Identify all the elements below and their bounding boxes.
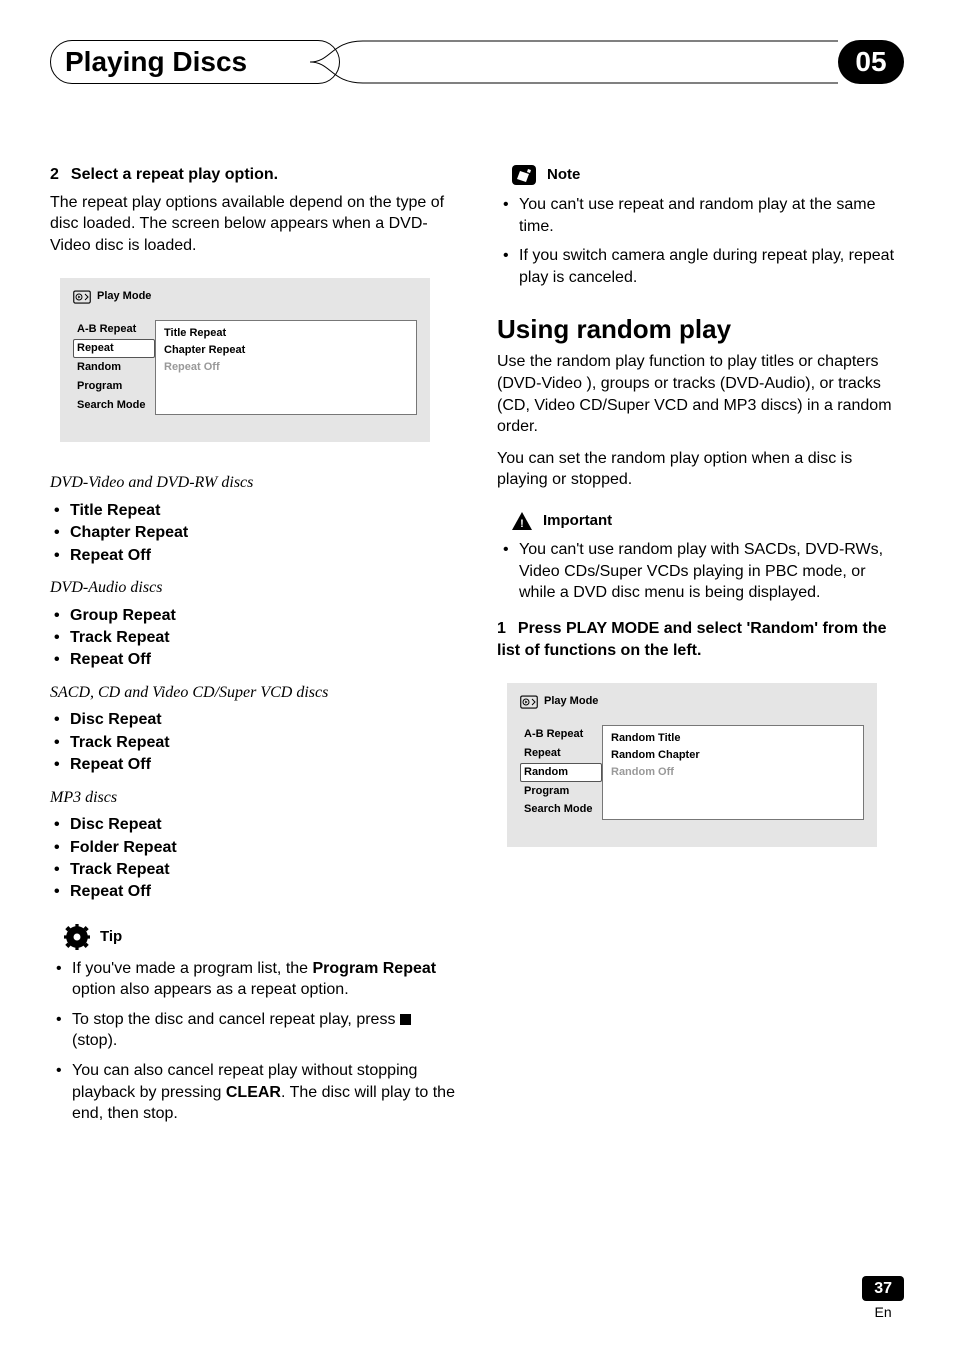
- tip-icon: [64, 924, 90, 950]
- option-item: Title Repeat: [50, 500, 457, 522]
- note-item: You can't use repeat and random play at …: [497, 194, 904, 237]
- section-body: Use the random play function to play tit…: [497, 351, 904, 437]
- menu-option: Title Repeat: [164, 325, 408, 342]
- note-icon: [511, 164, 537, 186]
- menu-item-selected: Repeat: [73, 339, 155, 358]
- option-item: Disc Repeat: [50, 709, 457, 731]
- play-mode-menu-repeat: Play Mode A-B Repeat Repeat Random Progr…: [60, 278, 430, 442]
- disc-type-heading: DVD-Audio discs: [50, 577, 457, 599]
- option-item: Folder Repeat: [50, 837, 457, 859]
- playmode-icon: [73, 290, 91, 304]
- disc-type-heading: DVD-Video and DVD-RW discs: [50, 472, 457, 494]
- page-footer: 37 En: [862, 1280, 904, 1322]
- menu-right-list: Title Repeat Chapter Repeat Repeat Off: [155, 320, 417, 415]
- menu-item: Program: [73, 377, 155, 396]
- chapter-number-badge: 05: [838, 40, 904, 84]
- note-label: Note: [547, 165, 580, 185]
- header-connector: [340, 40, 838, 84]
- menu-item: Random: [73, 358, 155, 377]
- tip-item: You can also cancel repeat play without …: [50, 1060, 457, 1125]
- menu-item-selected: Random: [520, 763, 602, 782]
- step-number: 2: [50, 166, 71, 183]
- tip-item: If you've made a program list, the Progr…: [50, 958, 457, 1001]
- menu-option: Random Title: [611, 730, 855, 747]
- menu-left-list: A-B Repeat Repeat Random Program Search …: [520, 725, 602, 820]
- menu-item: Repeat: [520, 744, 602, 763]
- step-body: The repeat play options available depend…: [50, 192, 457, 257]
- right-column: Note You can't use repeat and random pla…: [497, 164, 904, 1133]
- option-item: Repeat Off: [50, 545, 457, 567]
- menu-option: Chapter Repeat: [164, 342, 408, 359]
- menu-left-list: A-B Repeat Repeat Random Program Search …: [73, 320, 155, 415]
- tip-label: Tip: [100, 927, 122, 947]
- page-number: 37: [862, 1276, 904, 1301]
- option-item: Repeat Off: [50, 754, 457, 776]
- option-item: Group Repeat: [50, 605, 457, 627]
- menu-title: Play Mode: [97, 289, 151, 304]
- option-item: Track Repeat: [50, 859, 457, 881]
- menu-option-dim: Random Off: [611, 764, 855, 781]
- chapter-title: Playing Discs: [65, 46, 247, 78]
- important-icon: [511, 511, 533, 531]
- step-title: Select a repeat play option.: [71, 166, 278, 183]
- menu-item: Program: [520, 782, 602, 801]
- option-item: Chapter Repeat: [50, 522, 457, 544]
- option-item: Track Repeat: [50, 732, 457, 754]
- chapter-title-wrap: Playing Discs: [50, 40, 340, 84]
- menu-item: Search Mode: [73, 396, 155, 415]
- menu-right-list: Random Title Random Chapter Random Off: [602, 725, 864, 820]
- option-item: Track Repeat: [50, 627, 457, 649]
- step-title: 1Press PLAY MODE and select 'Random' fro…: [497, 618, 904, 661]
- section-title: Using random play: [497, 312, 904, 347]
- note-item: If you switch camera angle during repeat…: [497, 245, 904, 288]
- menu-option-dim: Repeat Off: [164, 359, 408, 376]
- page-header: Playing Discs 05: [50, 40, 904, 84]
- menu-item: Search Mode: [520, 800, 602, 819]
- section-body: You can set the random play option when …: [497, 448, 904, 491]
- playmode-icon: [520, 695, 538, 709]
- stop-icon: [400, 1014, 411, 1025]
- disc-type-heading: MP3 discs: [50, 787, 457, 809]
- menu-title: Play Mode: [544, 694, 598, 709]
- tip-item: To stop the disc and cancel repeat play,…: [50, 1009, 457, 1052]
- option-item: Repeat Off: [50, 881, 457, 903]
- menu-item: A-B Repeat: [520, 725, 602, 744]
- option-item: Repeat Off: [50, 649, 457, 671]
- menu-option: Random Chapter: [611, 747, 855, 764]
- menu-item: A-B Repeat: [73, 320, 155, 339]
- play-mode-menu-random: Play Mode A-B Repeat Repeat Random Progr…: [507, 683, 877, 847]
- option-item: Disc Repeat: [50, 814, 457, 836]
- important-item: You can't use random play with SACDs, DV…: [497, 539, 904, 604]
- left-column: 2Select a repeat play option. The repeat…: [50, 164, 457, 1133]
- language-code: En: [875, 1304, 892, 1320]
- important-label: Important: [543, 511, 612, 531]
- disc-type-heading: SACD, CD and Video CD/Super VCD discs: [50, 682, 457, 704]
